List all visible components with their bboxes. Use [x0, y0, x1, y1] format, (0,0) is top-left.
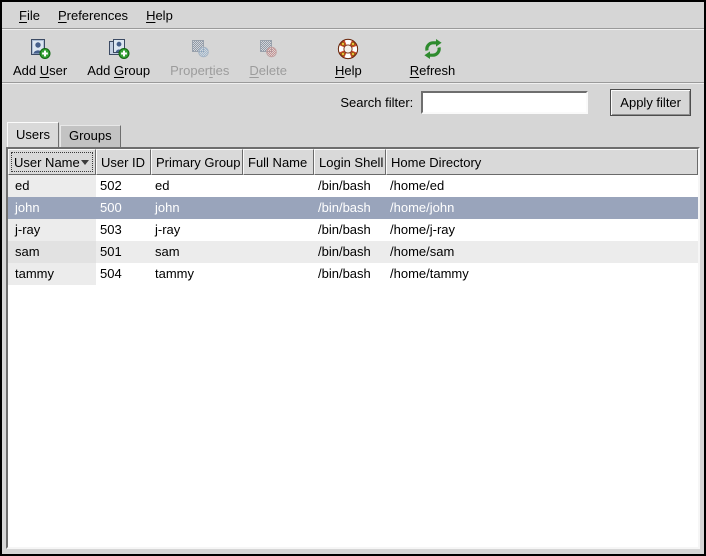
menu-help[interactable]: Help	[137, 4, 182, 27]
properties-label: Properties	[170, 63, 229, 78]
help-button[interactable]: Help	[332, 36, 365, 79]
add-group-label: Add Group	[87, 63, 150, 78]
tab-users[interactable]: Users	[7, 122, 59, 147]
column-header-user-id[interactable]: User ID	[96, 149, 151, 175]
add-user-button[interactable]: Add User	[10, 36, 70, 79]
refresh-icon	[421, 37, 445, 61]
table-row-j-ray[interactable]: j-ray 503 j-ray /bin/bash /home/j-ray	[8, 219, 698, 241]
delete-label: Delete	[249, 63, 287, 78]
table-row-sam[interactable]: sam 501 sam /bin/bash /home/sam	[8, 241, 698, 263]
properties-button: Properties	[167, 36, 232, 79]
column-header-full-name[interactable]: Full Name	[243, 149, 314, 175]
refresh-button[interactable]: Refresh	[407, 36, 459, 79]
delete-button: Delete	[246, 36, 290, 79]
search-filter-input[interactable]	[421, 91, 588, 114]
users-list-area: User Name User ID Primary Group Full Nam…	[6, 147, 700, 549]
column-header-login-shell[interactable]: Login Shell	[314, 149, 386, 175]
user-manager-window: File Preferences Help Add User	[0, 0, 706, 556]
sort-descending-icon	[81, 160, 89, 165]
add-user-icon	[28, 37, 52, 61]
table-row-john[interactable]: john 500 john /bin/bash /home/john	[8, 197, 698, 219]
search-filter-row: Search filter: Apply filter	[2, 84, 704, 121]
table-row-ed[interactable]: ed 502 ed /bin/bash /home/ed	[8, 175, 698, 197]
column-header-primary-group[interactable]: Primary Group	[151, 149, 243, 175]
search-filter-label: Search filter:	[340, 95, 413, 110]
column-header-user-name[interactable]: User Name	[8, 149, 96, 175]
toolbar: Add User Add Group	[2, 30, 704, 83]
table-header: User Name User ID Primary Group Full Nam…	[8, 149, 698, 175]
add-user-label: Add User	[13, 63, 67, 78]
table-row-tammy[interactable]: tammy 504 tammy /bin/bash /home/tammy	[8, 263, 698, 285]
apply-filter-button[interactable]: Apply filter	[610, 89, 691, 116]
menu-preferences[interactable]: Preferences	[49, 4, 137, 27]
help-label: Help	[335, 63, 362, 78]
column-header-home-directory[interactable]: Home Directory	[386, 149, 698, 175]
add-group-button[interactable]: Add Group	[84, 36, 153, 79]
help-icon	[336, 37, 360, 61]
refresh-label: Refresh	[410, 63, 456, 78]
add-group-icon	[107, 37, 131, 61]
menubar: File Preferences Help	[2, 2, 704, 29]
menu-file[interactable]: File	[10, 4, 49, 27]
tab-bar: Users Groups	[6, 122, 700, 147]
delete-icon	[256, 37, 280, 61]
properties-icon	[188, 37, 212, 61]
notebook: Users Groups User Name User ID Primary G…	[6, 122, 700, 549]
tab-groups[interactable]: Groups	[60, 125, 121, 147]
